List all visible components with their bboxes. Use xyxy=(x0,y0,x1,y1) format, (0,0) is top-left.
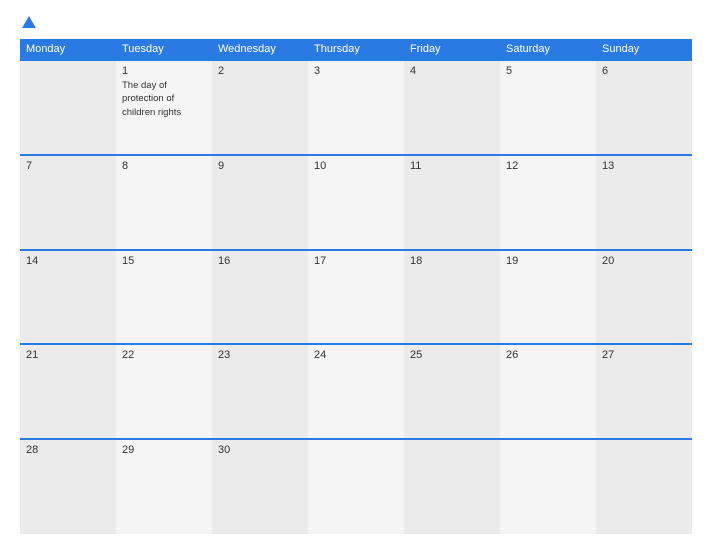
day-cell: 26 xyxy=(500,344,596,439)
day-cell: 20 xyxy=(596,250,692,345)
day-cell: 6 xyxy=(596,60,692,155)
week-row-2: 789 10 11 12 13 xyxy=(20,155,692,250)
day-cell: 21 xyxy=(20,344,116,439)
day-number: 14 xyxy=(26,255,110,267)
day-cell: 19 xyxy=(500,250,596,345)
day-cell xyxy=(308,439,404,534)
weekday-header-row: MondayTuesdayWednesdayThursdayFridaySatu… xyxy=(20,39,692,60)
day-cell: 8 xyxy=(116,155,212,250)
day-cell: 4 xyxy=(404,60,500,155)
calendar-page: MondayTuesdayWednesdayThursdayFridaySatu… xyxy=(0,0,712,550)
header xyxy=(20,16,692,29)
weekday-header-thursday: Thursday xyxy=(308,39,404,60)
day-number: 4 xyxy=(410,65,494,77)
logo xyxy=(20,16,36,29)
weekday-header-wednesday: Wednesday xyxy=(212,39,308,60)
day-number: 12 xyxy=(506,160,590,172)
day-number: 23 xyxy=(218,349,302,361)
logo-triangle-icon xyxy=(22,16,36,28)
day-number: 19 xyxy=(506,255,590,267)
day-cell: 25 xyxy=(404,344,500,439)
day-number: 1 xyxy=(122,65,206,77)
weekday-header-saturday: Saturday xyxy=(500,39,596,60)
day-number: 25 xyxy=(410,349,494,361)
day-number: 3 xyxy=(314,65,398,77)
day-cell: 1 The day of protection of children right… xyxy=(116,60,212,155)
day-cell: 15 xyxy=(116,250,212,345)
day-cell: 3 xyxy=(308,60,404,155)
day-number: 6 xyxy=(602,65,686,77)
day-cell: 16 xyxy=(212,250,308,345)
day-number: 28 xyxy=(26,444,110,456)
week-row-5: 28 29 30 xyxy=(20,439,692,534)
day-cell xyxy=(20,60,116,155)
day-number: 22 xyxy=(122,349,206,361)
day-cell xyxy=(404,439,500,534)
day-number: 27 xyxy=(602,349,686,361)
day-number: 15 xyxy=(122,255,206,267)
holiday-text: The day of protection of children rights xyxy=(122,80,181,118)
day-cell: 29 xyxy=(116,439,212,534)
weekday-header-friday: Friday xyxy=(404,39,500,60)
day-number: 30 xyxy=(218,444,302,456)
day-number: 24 xyxy=(314,349,398,361)
weekday-header-tuesday: Tuesday xyxy=(116,39,212,60)
day-number: 18 xyxy=(410,255,494,267)
week-row-3: 14 15 16 17 18 19 20 xyxy=(20,250,692,345)
day-cell: 10 xyxy=(308,155,404,250)
day-cell: 27 xyxy=(596,344,692,439)
day-number: 20 xyxy=(602,255,686,267)
day-number: 8 xyxy=(122,160,206,172)
day-cell: 23 xyxy=(212,344,308,439)
weekday-header-sunday: Sunday xyxy=(596,39,692,60)
day-number: 17 xyxy=(314,255,398,267)
day-number: 10 xyxy=(314,160,398,172)
day-cell xyxy=(500,439,596,534)
day-number: 26 xyxy=(506,349,590,361)
day-number: 7 xyxy=(26,160,110,172)
day-cell: 14 xyxy=(20,250,116,345)
day-cell: 24 xyxy=(308,344,404,439)
day-number: 13 xyxy=(602,160,686,172)
day-cell: 11 xyxy=(404,155,500,250)
day-cell: 7 xyxy=(20,155,116,250)
day-cell: 30 xyxy=(212,439,308,534)
day-cell: 28 xyxy=(20,439,116,534)
weekday-header-monday: Monday xyxy=(20,39,116,60)
day-cell: 2 xyxy=(212,60,308,155)
day-cell: 9 xyxy=(212,155,308,250)
day-cell: 12 xyxy=(500,155,596,250)
day-cell: 13 xyxy=(596,155,692,250)
day-cell: 18 xyxy=(404,250,500,345)
day-number: 29 xyxy=(122,444,206,456)
day-cell: 17 xyxy=(308,250,404,345)
day-number: 16 xyxy=(218,255,302,267)
day-cell xyxy=(596,439,692,534)
week-row-4: 21 22 23 24 25 26 27 xyxy=(20,344,692,439)
day-cell: 22 xyxy=(116,344,212,439)
day-number: 5 xyxy=(506,65,590,77)
day-cell: 5 xyxy=(500,60,596,155)
week-row-1: 1 The day of protection of children right… xyxy=(20,60,692,155)
day-number: 9 xyxy=(218,160,302,172)
day-number: 11 xyxy=(410,160,494,172)
calendar-table: MondayTuesdayWednesdayThursdayFridaySatu… xyxy=(20,39,692,534)
day-number: 21 xyxy=(26,349,110,361)
day-number: 2 xyxy=(218,65,302,77)
